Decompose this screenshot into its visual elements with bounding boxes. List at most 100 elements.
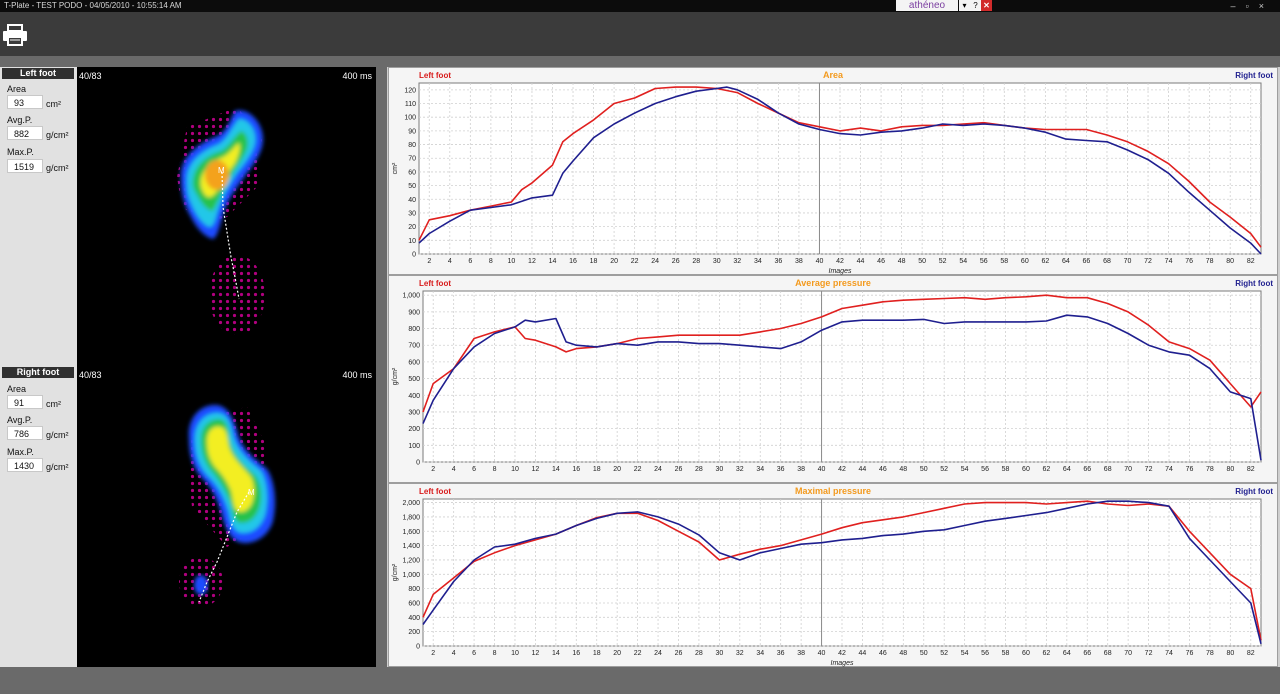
- area-chart-panel[interactable]: 2 4 6 8 10 12 14 16 18 20 22 24 26 28 30 32 34 36 38 40 42 44…: [388, 67, 1278, 275]
- y-tick-label: 100: [408, 443, 420, 450]
- x-tick-label: 80: [1226, 466, 1234, 473]
- left-avgp-unit: g/cm²: [46, 130, 69, 140]
- x-tick-label: 68: [1104, 650, 1112, 657]
- x-tick-label: 74: [1165, 466, 1173, 473]
- x-tick-label: 80: [1226, 650, 1234, 657]
- x-tick-label: 32: [736, 650, 744, 657]
- y-tick-label: 50: [408, 183, 416, 190]
- x-tick-label: 78: [1206, 258, 1214, 265]
- x-tick-label: 16: [572, 466, 580, 473]
- y-axis-label: g/cm²: [392, 563, 399, 581]
- x-tick-label: 6: [472, 466, 476, 473]
- x-tick-label: 42: [838, 466, 846, 473]
- help-button[interactable]: ?: [970, 0, 981, 11]
- left-avgp-label: Avg.P.: [7, 115, 33, 125]
- x-tick-label: 30: [713, 258, 721, 265]
- x-tick-label: 70: [1124, 650, 1132, 657]
- x-tick-label: 54: [959, 258, 967, 265]
- y-tick-label: 1,000: [402, 293, 420, 300]
- right-foot-title: Right foot: [2, 367, 74, 378]
- x-tick-label: 14: [552, 650, 560, 657]
- y-tick-label: 90: [408, 128, 416, 135]
- chart-svg: 2 4 6 8 10 12 14 16 18 20 22 24 26 28 30 32 34 36 38 40 42 44…: [392, 290, 1262, 473]
- footprint-heatmap: M M: [177, 107, 275, 607]
- x-tick-label: 62: [1042, 466, 1050, 473]
- x-tick-label: 24: [654, 650, 662, 657]
- x-tick-label: 34: [754, 258, 762, 265]
- footprint-viewer[interactable]: 40/83 400 ms 40/83 400 ms M M: [77, 67, 376, 667]
- y-tick-label: 500: [408, 376, 420, 383]
- x-tick-label: 24: [651, 258, 659, 265]
- window-title: T-Plate - TEST PODO - 04/05/2010 - 10:55…: [4, 1, 182, 10]
- y-tick-label: 110: [405, 101, 416, 108]
- y-tick-label: 1,800: [402, 514, 420, 521]
- printer-icon[interactable]: [2, 23, 28, 47]
- x-tick-label: 66: [1083, 258, 1091, 265]
- area-legend-right: Right foot: [1235, 71, 1273, 80]
- x-tick-label: 22: [631, 258, 639, 265]
- x-tick-label: 32: [733, 258, 741, 265]
- x-tick-label: 20: [613, 650, 621, 657]
- x-tick-label: 30: [715, 466, 723, 473]
- maxp-chart-title: Maximal pressure: [794, 486, 872, 496]
- x-tick-label: 70: [1124, 258, 1132, 265]
- y-tick-label: 2,000: [402, 500, 420, 507]
- left-maxp-label: Max.P.: [7, 147, 34, 157]
- x-tick-label: 72: [1144, 258, 1152, 265]
- right-avgp-value: 786: [7, 426, 43, 440]
- right-avgp-unit: g/cm²: [46, 430, 69, 440]
- x-tick-label: 48: [899, 650, 907, 657]
- x-tick-label: 36: [777, 466, 785, 473]
- y-tick-label: 200: [408, 629, 420, 636]
- right-avgp-label: Avg.P.: [7, 415, 33, 425]
- x-tick-label: 38: [797, 466, 805, 473]
- y-axis-label: cm²: [392, 162, 399, 174]
- dropdown-button[interactable]: ▾: [959, 0, 970, 11]
- x-tick-label: 48: [898, 258, 906, 265]
- right-cop-marker: M: [248, 488, 255, 497]
- left-maxp-unit: g/cm²: [46, 163, 69, 173]
- area-chart-title: Area: [822, 70, 843, 80]
- x-tick-label: 2: [427, 258, 431, 265]
- x-tick-label: 28: [692, 258, 700, 265]
- x-tick-label: 22: [634, 650, 642, 657]
- x-tick-label: 68: [1104, 466, 1112, 473]
- x-tick-label: 38: [797, 650, 805, 657]
- x-tick-label: 18: [593, 466, 601, 473]
- y-tick-label: 40: [408, 197, 416, 204]
- y-tick-label: 200: [408, 426, 420, 433]
- y-tick-label: 400: [408, 393, 420, 400]
- charts-area: 2 4 6 8 10 12 14 16 18 20 22 24 26 28 30 32 34 36 38 40 42 44…: [387, 67, 1280, 667]
- x-tick-label: 44: [859, 650, 867, 657]
- y-tick-label: 400: [408, 615, 420, 622]
- left-avgp-value: 882: [7, 126, 43, 140]
- x-tick-label: 82: [1247, 258, 1255, 265]
- x-tick-label: 72: [1145, 466, 1153, 473]
- close-button[interactable]: ✕: [981, 0, 992, 11]
- x-tick-label: 4: [448, 258, 452, 265]
- x-tick-label: 82: [1247, 466, 1255, 473]
- x-tick-label: 12: [532, 650, 540, 657]
- x-tick-label: 76: [1185, 258, 1193, 265]
- x-tick-label: 78: [1206, 466, 1214, 473]
- y-tick-label: 20: [408, 224, 416, 231]
- x-tick-label: 20: [613, 466, 621, 473]
- window-controls[interactable]: –▫×: [1231, 0, 1274, 12]
- y-tick-label: 30: [408, 210, 416, 217]
- x-tick-label: 16: [572, 650, 580, 657]
- avgp-legend-right: Right foot: [1235, 279, 1273, 288]
- x-tick-label: 60: [1022, 466, 1030, 473]
- side-panel: Left foot Area 93 cm² Avg.P. 882 g/cm² M…: [0, 67, 77, 667]
- left-footprint: M: [177, 107, 265, 335]
- x-tick-label: 68: [1103, 258, 1111, 265]
- y-tick-label: 70: [408, 156, 416, 163]
- y-tick-label: 800: [408, 326, 420, 333]
- average-pressure-chart-panel[interactable]: 2 4 6 8 10 12 14 16 18 20 22 24 26 28 30 32 34 36 38 40 42 44…: [388, 275, 1278, 483]
- y-tick-label: 0: [416, 644, 420, 651]
- maximal-pressure-chart-panel[interactable]: 2 4 6 8 10 12 14 16 18 20 22 24 26 28 30 32 34 36 38 40 42 44…: [388, 483, 1278, 667]
- y-tick-label: 100: [404, 115, 416, 122]
- x-tick-label: 14: [549, 258, 557, 265]
- x-tick-label: 36: [774, 258, 782, 265]
- x-tick-label: 60: [1022, 650, 1030, 657]
- x-tick-label: 40: [818, 466, 826, 473]
